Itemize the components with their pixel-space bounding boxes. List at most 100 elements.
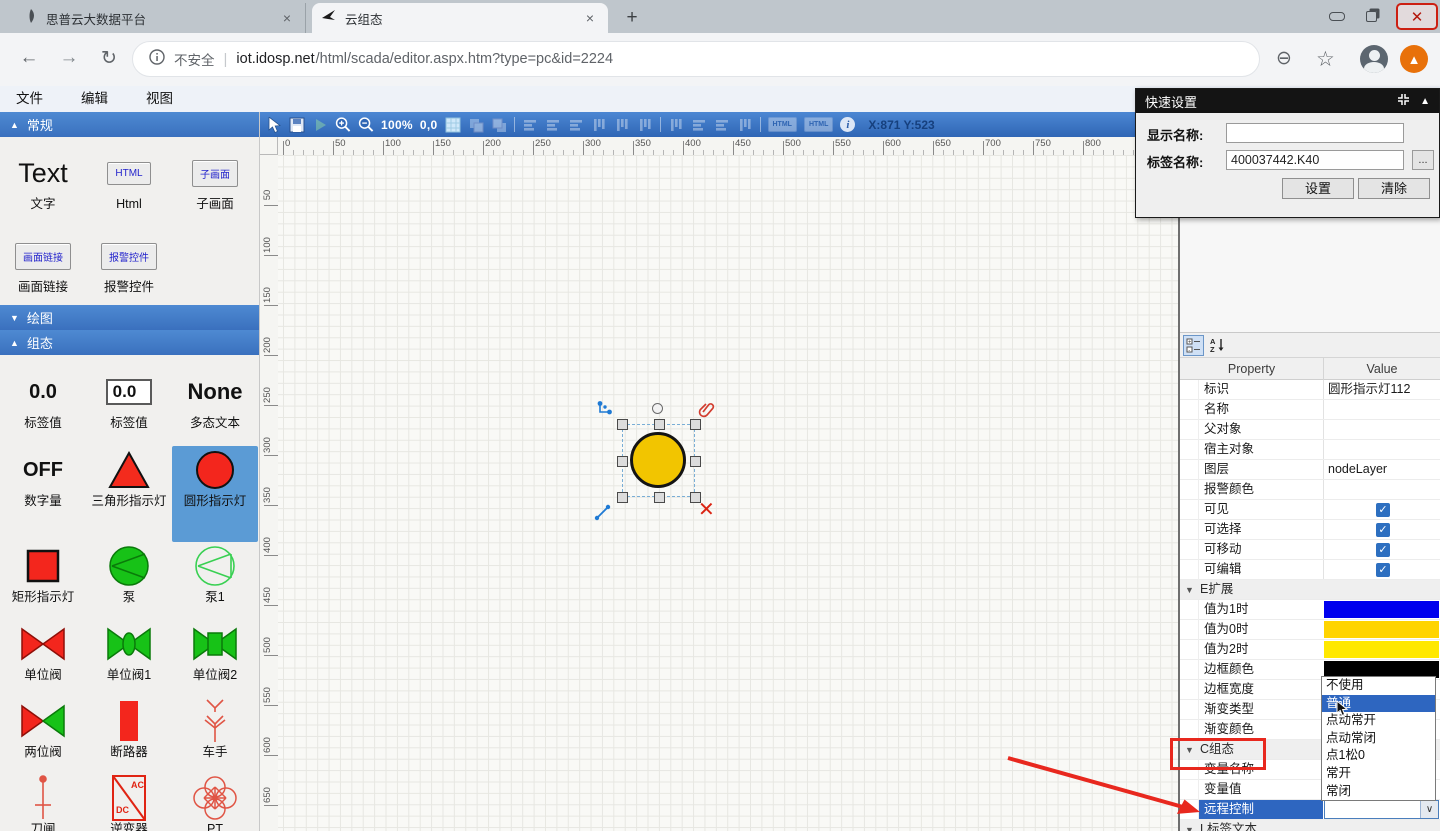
back-icon[interactable]: ← <box>16 47 42 69</box>
property-row-0[interactable]: 标识圆形指示灯112 <box>1180 380 1440 400</box>
site-info-icon[interactable] <box>149 49 165 70</box>
palette-item-general-3[interactable]: 画面链接画面链接 <box>0 232 86 315</box>
grid-toggle-icon[interactable] <box>445 117 461 133</box>
palette-section-drawing[interactable]: ▼ 绘图 <box>0 305 259 330</box>
rotate-handle[interactable] <box>652 403 663 414</box>
checkbox-checked[interactable]: ✓ <box>1376 543 1390 557</box>
export-html-icon[interactable]: HTML <box>768 117 797 132</box>
address-bar[interactable]: 不安全 | iot.idosp.net/html/scada/editor.as… <box>132 41 1260 77</box>
window-close-button-annotated[interactable]: ✕ <box>1396 3 1438 30</box>
preview-html-icon[interactable]: HTML <box>804 117 833 132</box>
property-value[interactable] <box>1323 480 1440 499</box>
zoom-in-icon[interactable] <box>335 117 351 133</box>
info-icon[interactable]: i <box>840 117 855 132</box>
align-bottom-icon[interactable] <box>637 117 653 133</box>
property-value[interactable]: 圆形指示灯112 <box>1323 380 1440 399</box>
zoom-out-page-icon[interactable]: ⊖ <box>1276 47 1292 70</box>
run-icon[interactable] <box>312 117 328 133</box>
menu-item-view[interactable]: 视图 <box>146 86 173 112</box>
connector-icon[interactable] <box>596 400 614 418</box>
palette-item-scada-14[interactable]: 车手 <box>172 697 258 774</box>
tab-close-icon[interactable]: × <box>582 10 598 26</box>
checkbox-checked[interactable]: ✓ <box>1376 523 1390 537</box>
palette-section-scada[interactable]: ▲ 组态 <box>0 330 259 355</box>
palette-item-scada-15[interactable]: 刀闸 <box>0 774 86 831</box>
palette-item-general-2[interactable]: 子画面子画面 <box>172 149 258 232</box>
quick-settings-header[interactable]: 快速设置 ▲ <box>1136 89 1439 113</box>
tab-cloud-scada[interactable]: 云组态 × <box>312 3 608 33</box>
profile-avatar[interactable] <box>1360 45 1388 73</box>
delete-x-icon[interactable]: ✕ <box>698 501 716 519</box>
design-canvas[interactable]: ✕ <box>278 155 1178 831</box>
property-row-1[interactable]: 名称 <box>1180 400 1440 420</box>
property-row-13[interactable]: 值为2时 <box>1180 640 1440 660</box>
collapse-panel-icon[interactable]: ▲ <box>1420 96 1430 107</box>
palette-item-scada-6[interactable]: 矩形指示灯 <box>0 542 86 620</box>
property-value[interactable] <box>1323 400 1440 419</box>
combo-dropdown-icon[interactable]: ∨ <box>1420 801 1438 818</box>
selection-handle[interactable] <box>690 419 701 430</box>
palette-item-general-4[interactable]: 报警控件报警控件 <box>86 232 172 315</box>
palette-item-scada-0[interactable]: 0.0标签值 <box>0 368 86 446</box>
color-swatch[interactable] <box>1324 641 1439 658</box>
dropdown-option-3[interactable]: 点动常闭 <box>1322 730 1435 748</box>
align-right-icon[interactable] <box>568 117 584 133</box>
remote-control-combo[interactable]: ∨ <box>1324 800 1439 819</box>
tag-name-input[interactable] <box>1226 150 1404 170</box>
property-row-22[interactable]: ▼L标签文本 <box>1180 820 1440 831</box>
bookmark-star-icon[interactable]: ☆ <box>1316 47 1335 72</box>
set-button[interactable]: 设置 <box>1282 178 1354 199</box>
browser-update-icon[interactable]: ▲ <box>1400 45 1428 73</box>
categorized-view-icon[interactable]: +- <box>1183 335 1204 356</box>
property-row-10[interactable]: ▼E扩展 <box>1180 580 1440 600</box>
tab-cloud-platform[interactable]: 思普云大数据平台 × <box>14 3 306 33</box>
new-tab-button[interactable]: + <box>620 6 644 30</box>
same-height-icon[interactable] <box>714 117 730 133</box>
window-restore-button[interactable] <box>1356 8 1386 24</box>
property-row-6[interactable]: 可见✓ <box>1180 500 1440 520</box>
checkbox-checked[interactable]: ✓ <box>1376 563 1390 577</box>
dropdown-option-5[interactable]: 常开 <box>1322 765 1435 783</box>
palette-item-scada-12[interactable]: 两位阀 <box>0 697 86 774</box>
color-swatch[interactable] <box>1324 601 1439 618</box>
forward-icon[interactable]: → <box>56 47 82 69</box>
dropdown-option-6[interactable]: 常闭 <box>1322 783 1435 801</box>
bring-front-icon[interactable] <box>468 117 484 133</box>
align-center-icon[interactable] <box>545 117 561 133</box>
selection-handle[interactable] <box>617 492 628 503</box>
property-row-3[interactable]: 宿主对象 <box>1180 440 1440 460</box>
palette-section-general[interactable]: ▲ 常规 <box>0 112 259 137</box>
align-middle-icon[interactable] <box>614 117 630 133</box>
property-row-21[interactable]: 远程控制∨ <box>1180 800 1440 820</box>
dropdown-option-4[interactable]: 点1松0 <box>1322 747 1435 765</box>
selection-handle[interactable] <box>690 456 701 467</box>
distribute-h-icon[interactable] <box>668 117 684 133</box>
palette-item-scada-10[interactable]: 单位阀1 <box>86 620 172 697</box>
clear-button[interactable]: 清除 <box>1358 178 1430 199</box>
property-value[interactable]: nodeLayer <box>1323 460 1440 479</box>
property-value[interactable] <box>1323 440 1440 459</box>
group-collapse-icon[interactable]: ▼ <box>1185 825 1194 831</box>
palette-item-scada-5[interactable]: 圆形指示灯 <box>172 446 258 542</box>
property-row-8[interactable]: 可移动✓ <box>1180 540 1440 560</box>
alphabetical-sort-icon[interactable]: AZ <box>1207 335 1228 356</box>
selection-handle[interactable] <box>654 419 665 430</box>
dropdown-option-0[interactable]: 不使用 <box>1322 677 1435 695</box>
palette-item-scada-7[interactable]: 泵 <box>86 542 172 620</box>
align-left-icon[interactable] <box>522 117 538 133</box>
selection-handle[interactable] <box>617 456 628 467</box>
property-row-5[interactable]: 报警颜色 <box>1180 480 1440 500</box>
palette-item-scada-17[interactable]: PT <box>172 774 258 831</box>
selection-handle[interactable] <box>617 419 628 430</box>
select-cursor-icon[interactable] <box>266 117 282 133</box>
window-minimize-button[interactable] <box>1322 8 1352 24</box>
palette-item-scada-3[interactable]: OFF数字量 <box>0 446 86 542</box>
palette-item-general-0[interactable]: Text文字 <box>0 149 86 232</box>
send-back-icon[interactable] <box>491 117 507 133</box>
color-swatch[interactable] <box>1324 621 1439 638</box>
property-row-4[interactable]: 图层nodeLayer <box>1180 460 1440 480</box>
palette-item-scada-16[interactable]: ACDC逆变器 <box>86 774 172 831</box>
palette-item-scada-4[interactable]: 三角形指示灯 <box>86 446 172 542</box>
display-name-input[interactable] <box>1226 123 1404 143</box>
menu-item-edit[interactable]: 编辑 <box>81 86 108 112</box>
